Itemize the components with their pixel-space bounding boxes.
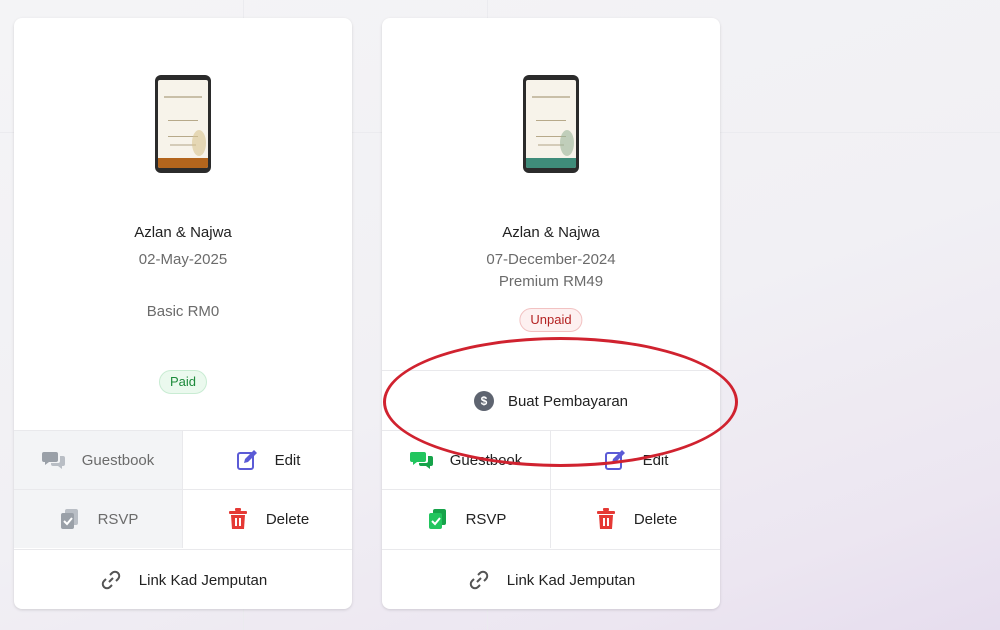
pencil-square-icon [603,448,627,472]
make-payment-label: Buat Pembayaran [507,392,629,410]
chat-bubbles-icon [41,448,66,472]
plan-price: Basic RM0 [146,303,220,320]
clipboard-check-icon [426,507,450,531]
rsvp-button[interactable]: RSVP [14,489,183,548]
rsvp-button[interactable]: RSVP [382,489,551,548]
link-icon [467,568,491,592]
link-label: Link Kad Jemputan [506,571,636,589]
guestbook-button[interactable]: Guestbook [382,430,551,489]
edit-label: Edit [274,451,301,469]
edit-button[interactable]: Edit [551,430,720,489]
trash-icon [226,507,250,531]
chat-bubbles-icon [409,448,434,472]
make-payment-button[interactable]: $ Buat Pembayaran [382,370,720,431]
guestbook-label: Guestbook [81,451,155,469]
status-badge-unpaid: Unpaid [519,308,583,332]
invitation-card-thumbnail[interactable] [155,75,211,173]
link-icon [99,568,123,592]
rsvp-label: RSVP [97,510,139,528]
event-date: 07-December-2024 [486,251,616,268]
delete-button[interactable]: Delete [551,489,720,548]
edit-button[interactable]: Edit [183,430,352,489]
delete-button[interactable]: Delete [183,489,352,548]
event-date: 02-May-2025 [138,251,228,268]
link-label: Link Kad Jemputan [138,571,268,589]
invitation-card-paid: Azlan & Najwa 02-May-2025 Basic RM0 Paid… [14,18,352,609]
invitation-card-thumbnail[interactable] [523,75,579,173]
guestbook-label: Guestbook [449,451,523,469]
couple-name: Azlan & Najwa [134,224,232,241]
clipboard-check-icon [58,507,82,531]
dollar-circle-icon: $ [473,391,494,411]
couple-name: Azlan & Najwa [502,224,600,241]
plan-price: Premium RM49 [498,273,604,290]
invitation-link-button[interactable]: Link Kad Jemputan [382,549,720,609]
guestbook-button[interactable]: Guestbook [14,430,183,489]
delete-label: Delete [633,510,678,528]
edit-label: Edit [642,451,669,469]
pencil-square-icon [235,448,259,472]
delete-label: Delete [265,510,310,528]
trash-icon [594,507,618,531]
rsvp-label: RSVP [465,510,507,528]
invitation-link-button[interactable]: Link Kad Jemputan [14,549,352,609]
invitation-card-unpaid: Azlan & Najwa 07-December-2024 Premium R… [382,18,720,609]
status-badge-paid: Paid [158,370,208,394]
